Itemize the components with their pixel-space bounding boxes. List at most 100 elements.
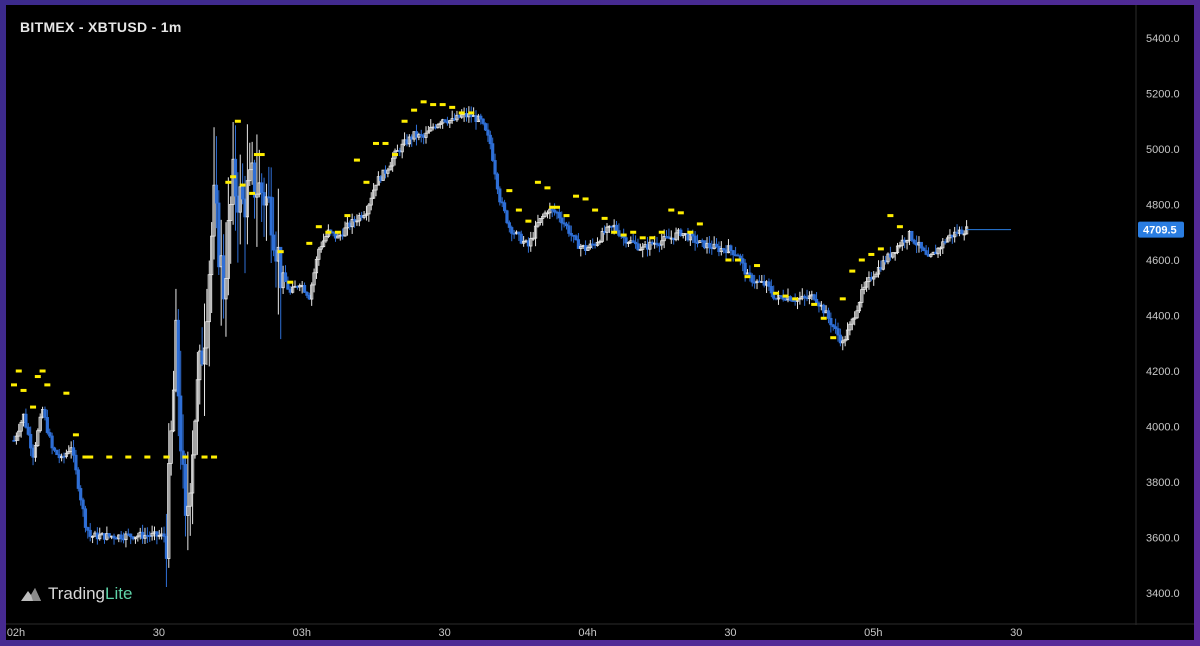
- liquidation-marker: [563, 214, 570, 218]
- liquidation-marker: [306, 241, 313, 245]
- liquidation-marker: [20, 388, 27, 392]
- liquidation-marker: [420, 100, 427, 104]
- liquidation-marker: [258, 153, 265, 157]
- liquidation-marker: [411, 108, 418, 112]
- candle-down: [498, 188, 502, 203]
- candle-down: [305, 291, 309, 296]
- candle-down: [260, 182, 264, 193]
- candle-down: [614, 224, 619, 232]
- candle-down: [483, 123, 488, 131]
- liquidation-marker: [344, 214, 351, 218]
- liquidation-marker: [182, 455, 189, 459]
- candle-down: [636, 243, 640, 251]
- time-tick-label: 04h: [578, 627, 596, 639]
- candle-down: [505, 210, 509, 224]
- candle-down: [48, 432, 52, 437]
- candle-down: [693, 235, 697, 243]
- liquidation-marker: [15, 369, 22, 373]
- candle-down: [750, 274, 754, 283]
- candle-down: [176, 319, 180, 397]
- candle-down: [119, 534, 123, 540]
- liquidation-marker: [553, 205, 560, 209]
- liquidation-marker: [363, 180, 370, 184]
- candle-down: [55, 449, 59, 456]
- liquidation-marker: [44, 383, 51, 387]
- liquidation-marker: [325, 230, 332, 234]
- liquidation-marker: [534, 180, 541, 184]
- liquidation-marker: [896, 225, 903, 229]
- liquidation-marker: [72, 433, 79, 437]
- liquidation-marker: [620, 233, 627, 237]
- candle-down: [491, 143, 495, 161]
- candle-down: [567, 225, 571, 234]
- liquidation-marker: [858, 258, 865, 262]
- liquidation-marker: [234, 119, 241, 123]
- candle-down: [836, 328, 840, 336]
- candle-down: [495, 173, 500, 190]
- liquidation-marker: [449, 105, 456, 109]
- candle-down: [88, 529, 92, 537]
- liquidation-marker: [696, 222, 703, 226]
- candle-down: [129, 533, 133, 538]
- candle-down: [269, 196, 273, 236]
- candle-down: [488, 134, 492, 145]
- liquidation-marker: [144, 455, 151, 459]
- liquidation-marker: [372, 141, 379, 145]
- liquidation-marker: [439, 103, 446, 107]
- candle-down: [912, 239, 916, 244]
- liquidation-marker: [839, 297, 846, 301]
- candle-down: [731, 250, 735, 256]
- liquidation-marker: [887, 214, 894, 218]
- candle-down: [767, 281, 771, 287]
- price-tick-label: 3400.0: [1146, 588, 1180, 600]
- candle-down: [79, 488, 83, 501]
- brand-name-main: Trading: [48, 584, 106, 603]
- candle-down: [81, 499, 85, 510]
- liquidation-marker: [668, 208, 675, 212]
- price-tick-label: 4400.0: [1146, 311, 1180, 323]
- tradinglite-logo-icon: [21, 588, 41, 601]
- liquidation-marker: [211, 455, 218, 459]
- liquidation-marker: [334, 230, 341, 234]
- brand-name-accent: Lite: [105, 584, 133, 603]
- candle-down: [50, 435, 54, 449]
- candle-down: [814, 298, 819, 304]
- liquidation-marker: [754, 264, 761, 268]
- candle-down: [271, 234, 276, 251]
- chart-title: BITMEX - XBTUSD - 1m: [20, 19, 182, 35]
- time-tick-label: 03h: [293, 627, 311, 639]
- candle-down: [76, 469, 80, 489]
- liquidation-marker: [811, 302, 818, 306]
- liquidation-marker: [658, 230, 665, 234]
- candle-down: [283, 272, 288, 283]
- candle-down: [86, 527, 90, 531]
- price-tick-label: 5000.0: [1146, 144, 1180, 156]
- candle-down: [83, 508, 88, 528]
- liquidation-marker: [515, 208, 522, 212]
- candle-down: [26, 426, 30, 435]
- price-chart[interactable]: 5400.0 5200.0 5000.0 4800.0 4600.0 4400.0 4200…: [6, 5, 1194, 640]
- candle-down: [507, 222, 511, 228]
- liquidation-marker: [287, 280, 294, 284]
- liquidation-marker: [544, 186, 551, 190]
- liquidation-marker: [39, 369, 46, 373]
- time-tick-label: 30: [153, 627, 165, 639]
- liquidation-marker: [782, 294, 789, 298]
- liquidation-marker: [225, 180, 232, 184]
- liquidation-marker: [639, 236, 646, 240]
- candle-down: [829, 318, 833, 326]
- candle-down: [826, 310, 831, 319]
- time-tick-label: 30: [1010, 627, 1022, 639]
- price-tick-label: 3600.0: [1146, 533, 1180, 545]
- liquidation-marker: [63, 391, 70, 395]
- liquidation-marker: [34, 375, 41, 379]
- candle-down: [741, 258, 745, 264]
- liquidation-marker: [430, 103, 437, 107]
- liquidation-marker: [525, 219, 532, 223]
- candle-down: [557, 211, 561, 219]
- liquidation-marker: [849, 269, 856, 273]
- liquidation-marker: [582, 197, 589, 201]
- liquidation-marker: [392, 153, 399, 157]
- candle-down: [493, 160, 497, 175]
- liquidation-marker: [163, 455, 170, 459]
